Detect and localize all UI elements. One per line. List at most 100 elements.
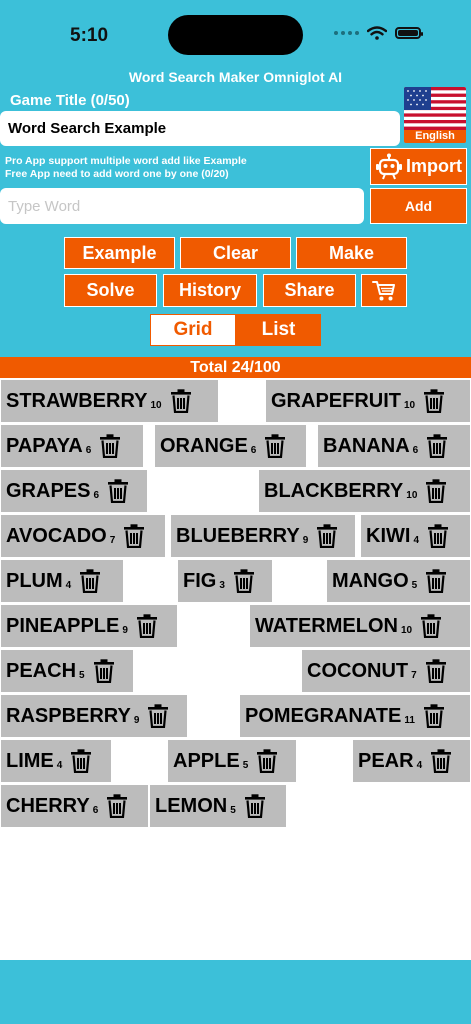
delete-word-button[interactable] [423, 389, 445, 413]
word-length: 5 [230, 805, 236, 816]
clear-button[interactable]: Clear [180, 237, 291, 269]
delete-word-button[interactable] [264, 434, 286, 458]
trash-icon [427, 434, 448, 458]
delete-word-button[interactable] [106, 794, 128, 818]
word-chip: RASPBERRY 9 [0, 694, 188, 738]
trash-icon [423, 704, 444, 728]
delete-word-button[interactable] [136, 614, 158, 638]
trash-icon [265, 434, 286, 458]
delete-word-button[interactable] [99, 434, 121, 458]
delete-word-button[interactable] [316, 524, 338, 548]
trash-icon [93, 659, 114, 683]
word-label: PEAR [358, 749, 414, 772]
trash-icon [80, 569, 101, 593]
word-chip: COCONUT 7 [301, 649, 471, 693]
trash-icon [71, 749, 92, 773]
trash-icon [426, 479, 447, 503]
history-button[interactable]: History [163, 274, 257, 307]
pro-note-line2: Free App need to add word one by one (0/… [5, 168, 229, 180]
solve-button[interactable]: Solve [64, 274, 157, 307]
word-chip: PEAR 4 [352, 739, 471, 783]
delete-word-button[interactable] [425, 659, 447, 683]
wifi-icon [367, 26, 387, 40]
word-length: 9 [133, 715, 140, 726]
word-length: 10 [406, 490, 418, 501]
word-chip: BLACKBERRY 10 [258, 469, 471, 513]
delete-word-button[interactable] [107, 479, 129, 503]
delete-word-button[interactable] [93, 659, 115, 683]
word-label: MANGO [332, 569, 409, 592]
grid-tab[interactable]: Grid [150, 314, 236, 346]
add-button[interactable]: Add [370, 188, 467, 224]
example-button[interactable]: Example [64, 237, 175, 269]
word-length: 4 [56, 760, 63, 771]
shopping-cart-icon [372, 280, 395, 300]
word-length: 3 [219, 580, 225, 591]
word-chip: APPLE 5 [167, 739, 297, 783]
delete-word-button[interactable] [427, 524, 449, 548]
signal-icon [334, 31, 359, 35]
language-label: English [415, 130, 455, 142]
word-length: 10 [400, 625, 413, 636]
word-chip: AVOCADO 7 [0, 514, 166, 558]
word-label: COCONUT [307, 659, 409, 682]
word-chip: LIME 4 [0, 739, 112, 783]
trash-icon [108, 479, 129, 503]
robot-icon [376, 153, 402, 179]
delete-word-button[interactable] [423, 704, 445, 728]
delete-word-button[interactable] [70, 749, 92, 773]
trash-icon [257, 749, 278, 773]
make-button[interactable]: Make [296, 237, 407, 269]
word-chip: PEACH 5 [0, 649, 134, 693]
share-button[interactable]: Share [263, 274, 356, 307]
us-flag-icon [404, 87, 466, 130]
word-chip: CHERRY 6 [0, 784, 149, 828]
word-label: CHERRY [6, 794, 90, 817]
word-label: APPLE [173, 749, 240, 772]
delete-word-button[interactable] [233, 569, 255, 593]
word-length: 6 [92, 805, 99, 816]
trash-icon [317, 524, 338, 548]
word-label: BANANA [323, 434, 410, 457]
app-title: Word Search Maker Omniglot AI [128, 69, 343, 85]
word-length: 9 [302, 535, 309, 546]
word-chip: WATERMELON 10 [249, 604, 471, 648]
import-button[interactable]: Import [370, 148, 467, 185]
delete-word-button[interactable] [426, 434, 448, 458]
word-label: PINEAPPLE [6, 614, 120, 637]
word-chip: BANANA 6 [317, 424, 471, 468]
cart-button[interactable] [361, 274, 407, 307]
trash-icon [107, 794, 128, 818]
game-title-input[interactable] [0, 111, 400, 146]
word-length: 5 [79, 670, 85, 681]
delete-word-button[interactable] [430, 749, 452, 773]
word-chip: POMEGRANATE 11 [239, 694, 471, 738]
word-label: GRAPES [6, 479, 91, 502]
delete-word-button[interactable] [147, 704, 169, 728]
word-label: AVOCADO [6, 524, 107, 547]
word-label: PAPAYA [6, 434, 83, 457]
delete-word-button[interactable] [425, 569, 447, 593]
trash-icon [426, 569, 447, 593]
list-tab[interactable]: List [236, 314, 321, 346]
delete-word-button[interactable] [123, 524, 145, 548]
import-label: Import [406, 156, 462, 176]
word-label: PEACH [6, 659, 77, 682]
word-label: PLUM [6, 569, 63, 592]
delete-word-button[interactable] [244, 794, 266, 818]
trash-icon [424, 389, 445, 413]
word-chip: PAPAYA 6 [0, 424, 144, 468]
delete-word-button[interactable] [79, 569, 101, 593]
game-title-label: Game Title (0/50) [10, 92, 130, 109]
delete-word-button[interactable] [420, 614, 442, 638]
delete-word-button[interactable] [170, 389, 192, 413]
word-input[interactable] [0, 188, 364, 224]
word-length: 7 [109, 535, 116, 546]
delete-word-button[interactable] [425, 479, 447, 503]
trash-icon [421, 614, 442, 638]
delete-word-button[interactable] [256, 749, 278, 773]
word-chip: GRAPEFRUIT 10 [265, 379, 471, 423]
trash-icon [136, 614, 157, 638]
language-button[interactable]: English [404, 87, 466, 143]
word-length: 6 [85, 445, 92, 456]
